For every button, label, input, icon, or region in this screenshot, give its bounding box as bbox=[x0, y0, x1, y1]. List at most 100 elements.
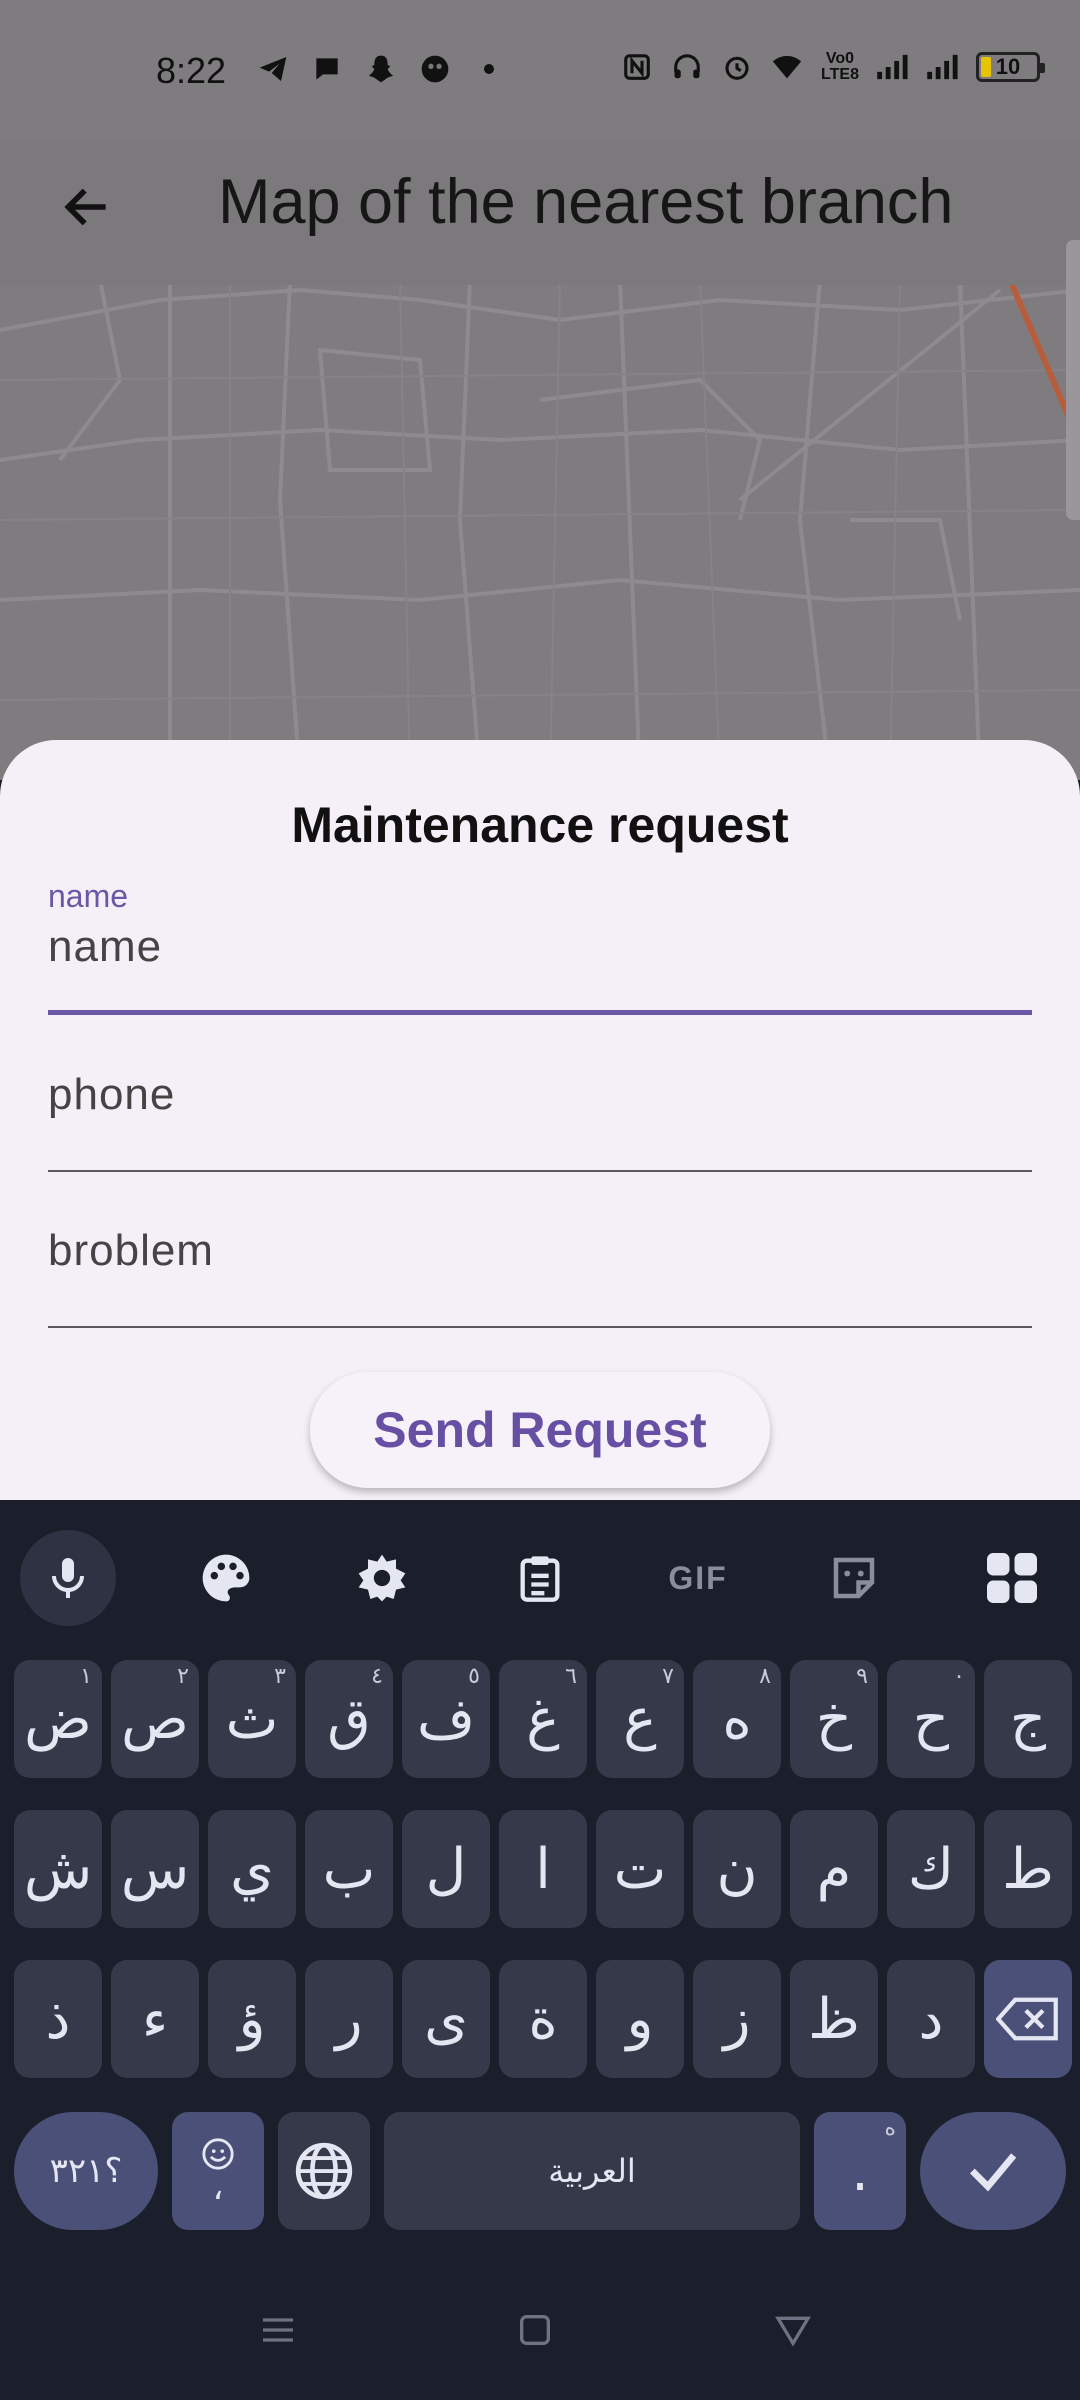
notification-icons bbox=[256, 52, 506, 86]
globe-icon bbox=[295, 2142, 353, 2200]
check-icon bbox=[969, 2153, 1017, 2192]
key-ghain[interactable]: غ٦ bbox=[499, 1660, 587, 1778]
key-label: خ bbox=[815, 1686, 853, 1752]
key-kha[interactable]: خ٩ bbox=[790, 1660, 878, 1778]
period-hint: ە bbox=[884, 2116, 896, 2141]
symbols-key[interactable]: ؟٣٢١ bbox=[14, 2112, 158, 2230]
key-ra[interactable]: ر bbox=[305, 1960, 393, 2078]
key-alif-maqsura[interactable]: ى bbox=[402, 1960, 490, 2078]
gif-button[interactable]: GIF bbox=[650, 1530, 746, 1626]
app-bar: Map of the nearest branch bbox=[0, 140, 1080, 285]
key-label: ه bbox=[722, 1686, 752, 1752]
emoji-comma-key[interactable]: ، bbox=[172, 2112, 264, 2230]
key-hint: ١ bbox=[80, 1664, 92, 1689]
backspace-key[interactable] bbox=[984, 1960, 1072, 2078]
key-ya[interactable]: ي bbox=[208, 1810, 296, 1928]
phone-field-value: phone bbox=[48, 1070, 176, 1119]
key-tha[interactable]: ث٣ bbox=[208, 1660, 296, 1778]
palette-icon bbox=[202, 1554, 250, 1602]
key-dhal[interactable]: ذ bbox=[14, 1960, 102, 2078]
period-label: . bbox=[851, 2138, 869, 2204]
sticker-button[interactable] bbox=[806, 1530, 902, 1626]
map-scroll-handle[interactable] bbox=[1066, 240, 1080, 520]
send-request-button[interactable]: Send Request bbox=[310, 1372, 770, 1488]
key-label: ف bbox=[416, 1686, 476, 1752]
key-ba[interactable]: ب bbox=[305, 1810, 393, 1928]
key-hint: ٦ bbox=[565, 1664, 577, 1689]
key-waw[interactable]: و bbox=[596, 1960, 684, 2078]
key-label: ق bbox=[327, 1686, 371, 1752]
key-hha[interactable]: ح٠ bbox=[887, 1660, 975, 1778]
key-kaf[interactable]: ك bbox=[887, 1810, 975, 1928]
settings-button[interactable] bbox=[334, 1530, 430, 1626]
key-tah[interactable]: ط bbox=[984, 1810, 1072, 1928]
problem-field[interactable]: broblem bbox=[48, 1226, 1032, 1356]
key-jim[interactable]: ج bbox=[984, 1660, 1072, 1778]
key-hint: ٨ bbox=[759, 1664, 771, 1689]
key-waw-hamza[interactable]: ؤ bbox=[208, 1960, 296, 2078]
key-sin[interactable]: س bbox=[111, 1810, 199, 1928]
triangle-back-icon bbox=[775, 2316, 811, 2347]
key-hint: ٣ bbox=[274, 1664, 286, 1689]
key-label: ع bbox=[623, 1686, 657, 1752]
apps-button[interactable] bbox=[964, 1530, 1060, 1626]
period-key[interactable]: . ە bbox=[814, 2112, 906, 2230]
key-alif[interactable]: ا bbox=[499, 1810, 587, 1928]
key-sad[interactable]: ص٢ bbox=[111, 1660, 199, 1778]
key-mim[interactable]: م bbox=[790, 1810, 878, 1928]
key-qaf[interactable]: ق٤ bbox=[305, 1660, 393, 1778]
enter-key[interactable] bbox=[920, 2112, 1066, 2230]
key-dal[interactable]: د bbox=[887, 1960, 975, 2078]
problem-field-value: broblem bbox=[48, 1226, 214, 1275]
language-key[interactable] bbox=[278, 2112, 370, 2230]
chat-icon bbox=[310, 52, 344, 86]
arrow-back-icon bbox=[64, 188, 106, 226]
key-zah[interactable]: ظ bbox=[790, 1960, 878, 2078]
name-field[interactable]: name name bbox=[48, 878, 1032, 1010]
more-notifications-dot-icon bbox=[472, 52, 506, 86]
clipboard-button[interactable] bbox=[492, 1530, 588, 1626]
alarm-icon bbox=[720, 50, 754, 84]
key-label: ج bbox=[1009, 1686, 1047, 1752]
menu-icon bbox=[263, 2318, 293, 2342]
system-icons: Vo0 LTE8 10 bbox=[620, 50, 1045, 84]
key-nun[interactable]: ن bbox=[693, 1810, 781, 1928]
headphones-icon bbox=[670, 50, 704, 84]
back-button[interactable] bbox=[52, 172, 122, 242]
telegram-icon bbox=[256, 52, 290, 86]
nfc-icon bbox=[620, 50, 654, 84]
soft-keyboard: GIF ض١ ص٢ ث٣ ق٤ ف٥ غ٦ ع٧ ه٨ خ٩ ح٠ ج ش س … bbox=[0, 1500, 1080, 2260]
square-icon bbox=[520, 2315, 550, 2345]
recent-apps-button[interactable] bbox=[253, 2305, 303, 2355]
key-hint: ٤ bbox=[371, 1664, 383, 1689]
key-ha[interactable]: ه٨ bbox=[693, 1660, 781, 1778]
key-hint: ٠ bbox=[953, 1664, 965, 1689]
key-ta-marbuta[interactable]: ة bbox=[499, 1960, 587, 2078]
home-button[interactable] bbox=[510, 2305, 560, 2355]
key-dad[interactable]: ض١ bbox=[14, 1660, 102, 1778]
keyboard-toolbar: GIF bbox=[0, 1500, 1080, 1640]
key-label: غ bbox=[526, 1686, 560, 1752]
key-shin[interactable]: ش bbox=[14, 1810, 102, 1928]
key-ain[interactable]: ع٧ bbox=[596, 1660, 684, 1778]
key-fa[interactable]: ف٥ bbox=[402, 1660, 490, 1778]
snapchat-icon bbox=[364, 52, 398, 86]
page-title: Map of the nearest branch bbox=[218, 167, 954, 237]
back-nav-button[interactable] bbox=[768, 2305, 818, 2355]
signal-strength-icon bbox=[876, 50, 910, 84]
maintenance-request-sheet: Maintenance request name name phone brob… bbox=[0, 740, 1080, 1500]
emoji-icon bbox=[202, 2138, 234, 2170]
theme-button[interactable] bbox=[178, 1530, 274, 1626]
backspace-icon bbox=[996, 1997, 1058, 2041]
network-type-label: Vo0 LTE8 bbox=[821, 50, 859, 83]
phone-field[interactable]: phone bbox=[48, 1070, 1032, 1200]
key-zay[interactable]: ز bbox=[693, 1960, 781, 2078]
key-label: ح bbox=[912, 1686, 950, 1752]
space-key[interactable]: العربية bbox=[384, 2112, 800, 2230]
key-ta[interactable]: ت bbox=[596, 1810, 684, 1928]
comma-label: ، bbox=[212, 2168, 224, 2208]
system-nav-bar bbox=[0, 2260, 1080, 2400]
key-lam[interactable]: ل bbox=[402, 1810, 490, 1928]
key-hamza[interactable]: ء bbox=[111, 1960, 199, 2078]
mic-button[interactable] bbox=[20, 1530, 116, 1626]
